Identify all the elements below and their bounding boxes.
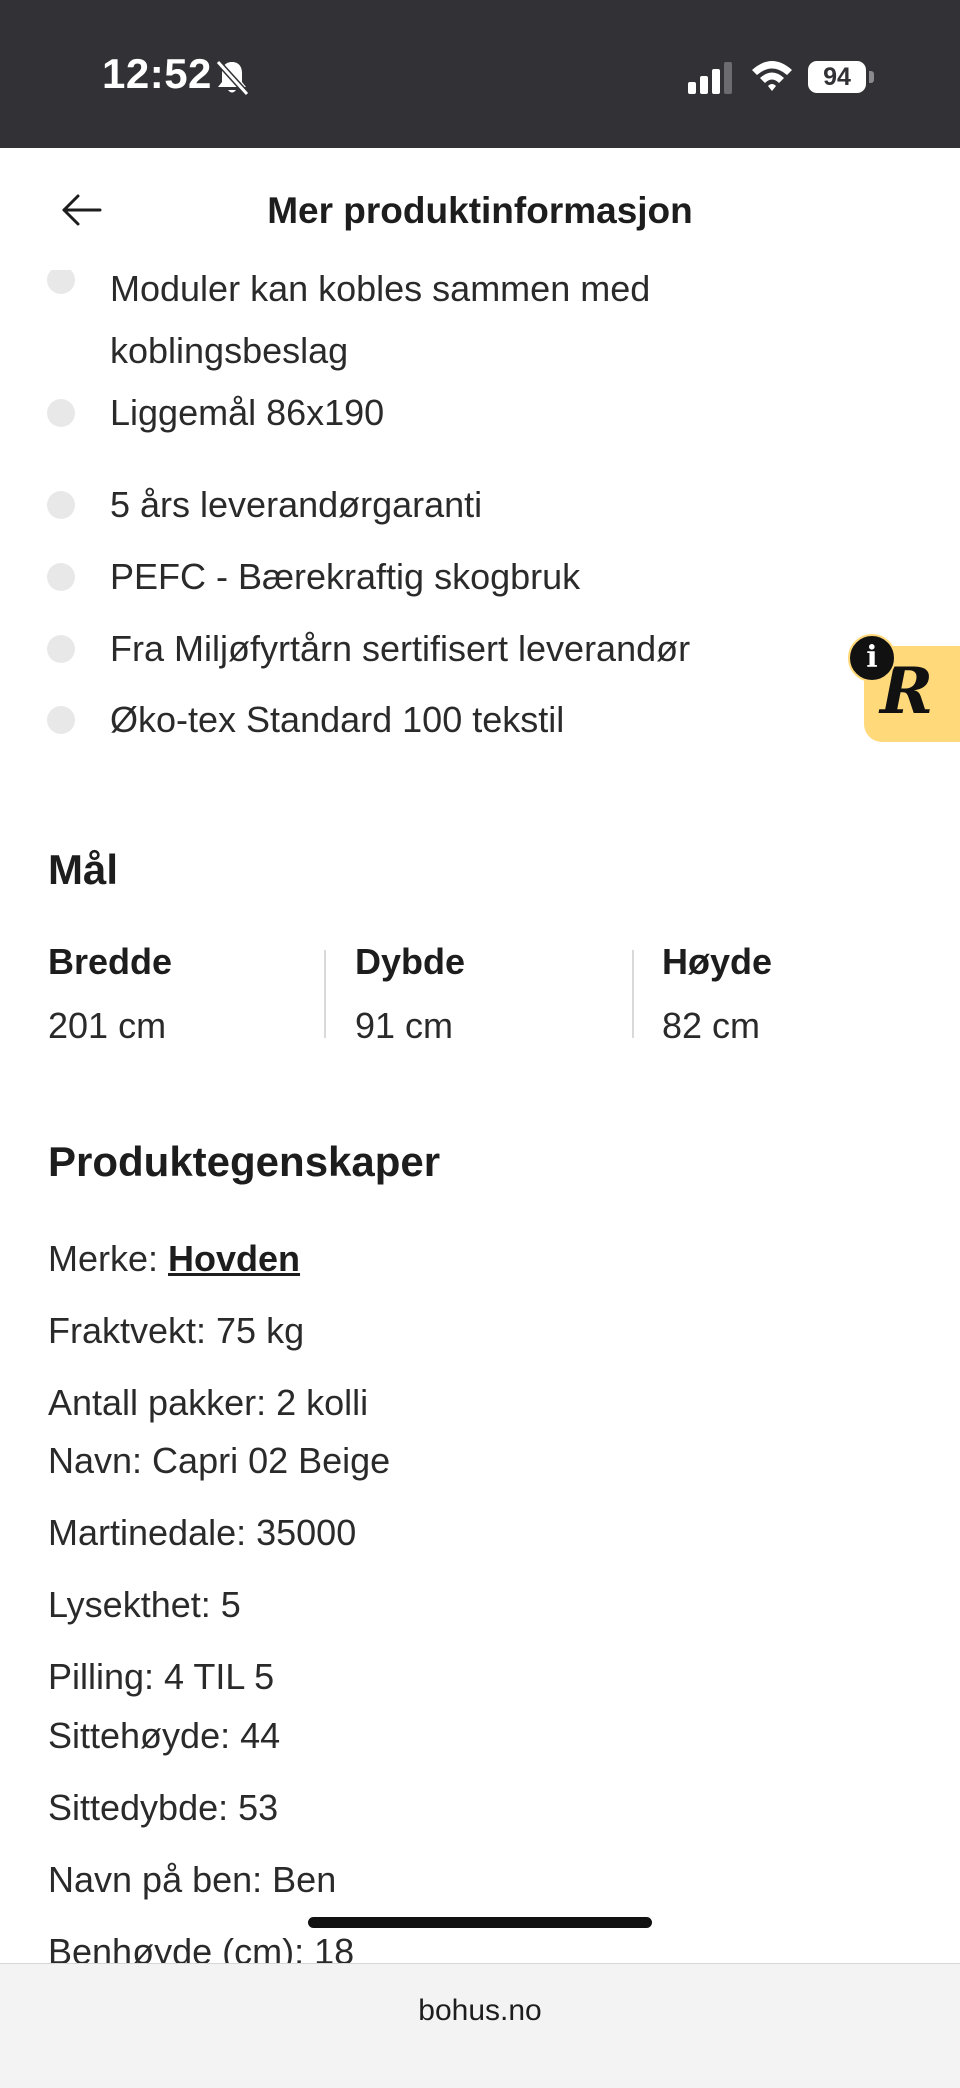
properties-title: Produktegenskaper [48, 1138, 441, 1185]
list-item-text: Fra Miljøfyrtårn sertifisert leverandør [110, 628, 691, 669]
dimensions-row: Bredde 201 cm Dybde 91 cm Høyde 82 cm [0, 938, 960, 1048]
battery-tip [869, 71, 874, 83]
property-item: Martinedale: 35000 [48, 1512, 357, 1553]
property-item: Lysekthet: 5 [48, 1584, 241, 1625]
property-label: Merke: [48, 1238, 169, 1279]
bullet-dot [47, 399, 75, 427]
dimension-width: Bredde 201 cm [48, 938, 348, 1050]
browser-address-bar[interactable]: bohus.no [0, 1963, 960, 2088]
brand-link[interactable]: Hovden [168, 1238, 300, 1279]
dimension-label: Bredde [48, 941, 173, 982]
list-item-text: Øko-tex Standard 100 tekstil [110, 699, 565, 740]
wifi-icon [752, 61, 792, 91]
property-item: Pilling: 4 TIL 5 [48, 1656, 275, 1697]
page-title: Mer produktinformasjon [267, 190, 693, 231]
bullet-dot [47, 706, 75, 734]
dimension-value: 91 cm [355, 1005, 454, 1046]
property-item: Benhøyde (cm): 18 [48, 1931, 355, 1963]
divider [324, 950, 326, 1038]
url-text[interactable]: bohus.no [0, 1994, 960, 2028]
divider [632, 950, 634, 1038]
status-bar: 12:52 94 [0, 0, 960, 148]
bell-slash-icon [215, 59, 250, 97]
dimensions-title: Mål [48, 846, 119, 893]
cellular-signal-icon [688, 62, 732, 94]
product-info-content[interactable]: Moduler kan kobles sammen med koblingsbe… [0, 270, 960, 1963]
property-item: Sittehøyde: 44 [48, 1715, 281, 1756]
bullet-dot [47, 635, 75, 663]
property-item: Antall pakker: 2 kolli [48, 1382, 369, 1423]
bullet-dot [47, 491, 75, 519]
page-header: Mer produktinformasjon [0, 148, 960, 276]
battery-level: 94 [823, 63, 851, 91]
dimension-height: Høyde 82 cm [662, 938, 960, 1050]
list-item-text: Liggemål 86x190 [110, 392, 385, 433]
list-item-line: koblingsbeslag [110, 330, 349, 371]
dimension-depth: Dybde 91 cm [355, 938, 655, 1050]
property-item: Navn på ben: Ben [48, 1859, 337, 1900]
bullet-dot [47, 270, 75, 294]
home-indicator[interactable] [308, 1917, 652, 1928]
property-item: Sittedybde: 53 [48, 1787, 279, 1828]
info-icon[interactable]: i [848, 634, 896, 682]
property-item: Fraktvekt: 75 kg [48, 1310, 305, 1351]
bullet-dot [47, 563, 75, 591]
dimension-label: Dybde [355, 941, 466, 982]
dimension-value: 201 cm [48, 1005, 167, 1046]
status-time: 12:52 [102, 50, 212, 97]
property-brand: Merke: Hovden [48, 1238, 300, 1280]
battery-icon: 94 [808, 61, 866, 93]
list-item-line: Moduler kan kobles sammen med [110, 270, 651, 309]
dimension-value: 82 cm [662, 1005, 761, 1046]
property-item: Navn: Capri 02 Beige [48, 1440, 391, 1481]
list-item-text: Moduler kan kobles sammen med koblingsbe… [110, 270, 750, 382]
dimension-label: Høyde [662, 941, 773, 982]
list-item-text: 5 års leverandørgaranti [110, 484, 483, 525]
list-item-text: PEFC - Bærekraftig skogbruk [110, 556, 581, 597]
